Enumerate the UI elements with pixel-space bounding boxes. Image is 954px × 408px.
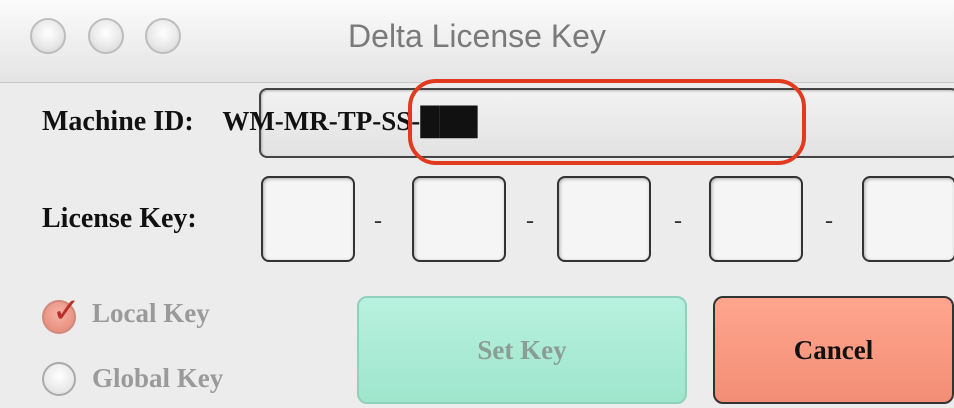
global-key-label: Global Key bbox=[92, 363, 224, 393]
license-key-separator: - bbox=[825, 208, 833, 234]
license-key-separator: - bbox=[526, 208, 534, 234]
title-bar: Delta License Key bbox=[0, 0, 954, 83]
license-key-segment-2[interactable] bbox=[412, 176, 506, 262]
cancel-button[interactable]: Cancel bbox=[713, 296, 954, 404]
license-key-segment-5[interactable] bbox=[862, 176, 954, 262]
global-key-checkbox[interactable] bbox=[42, 362, 76, 396]
license-key-segment-3[interactable] bbox=[557, 176, 651, 262]
license-key-separator: - bbox=[374, 208, 382, 234]
machine-id-highlight-annotation bbox=[408, 79, 806, 165]
local-key-label: Local Key bbox=[92, 298, 210, 328]
license-key-label: License Key: bbox=[42, 203, 197, 234]
set-key-button[interactable]: Set Key bbox=[357, 296, 687, 404]
window-title: Delta License Key bbox=[348, 18, 606, 54]
license-key-segment-1[interactable] bbox=[261, 176, 355, 262]
checkmark-icon: ✓ bbox=[52, 291, 81, 331]
license-key-segment-4[interactable] bbox=[709, 176, 803, 262]
license-key-dialog: Delta License Key Machine ID: WM-MR-TP-S… bbox=[0, 0, 954, 408]
license-key-separator: - bbox=[674, 208, 682, 234]
